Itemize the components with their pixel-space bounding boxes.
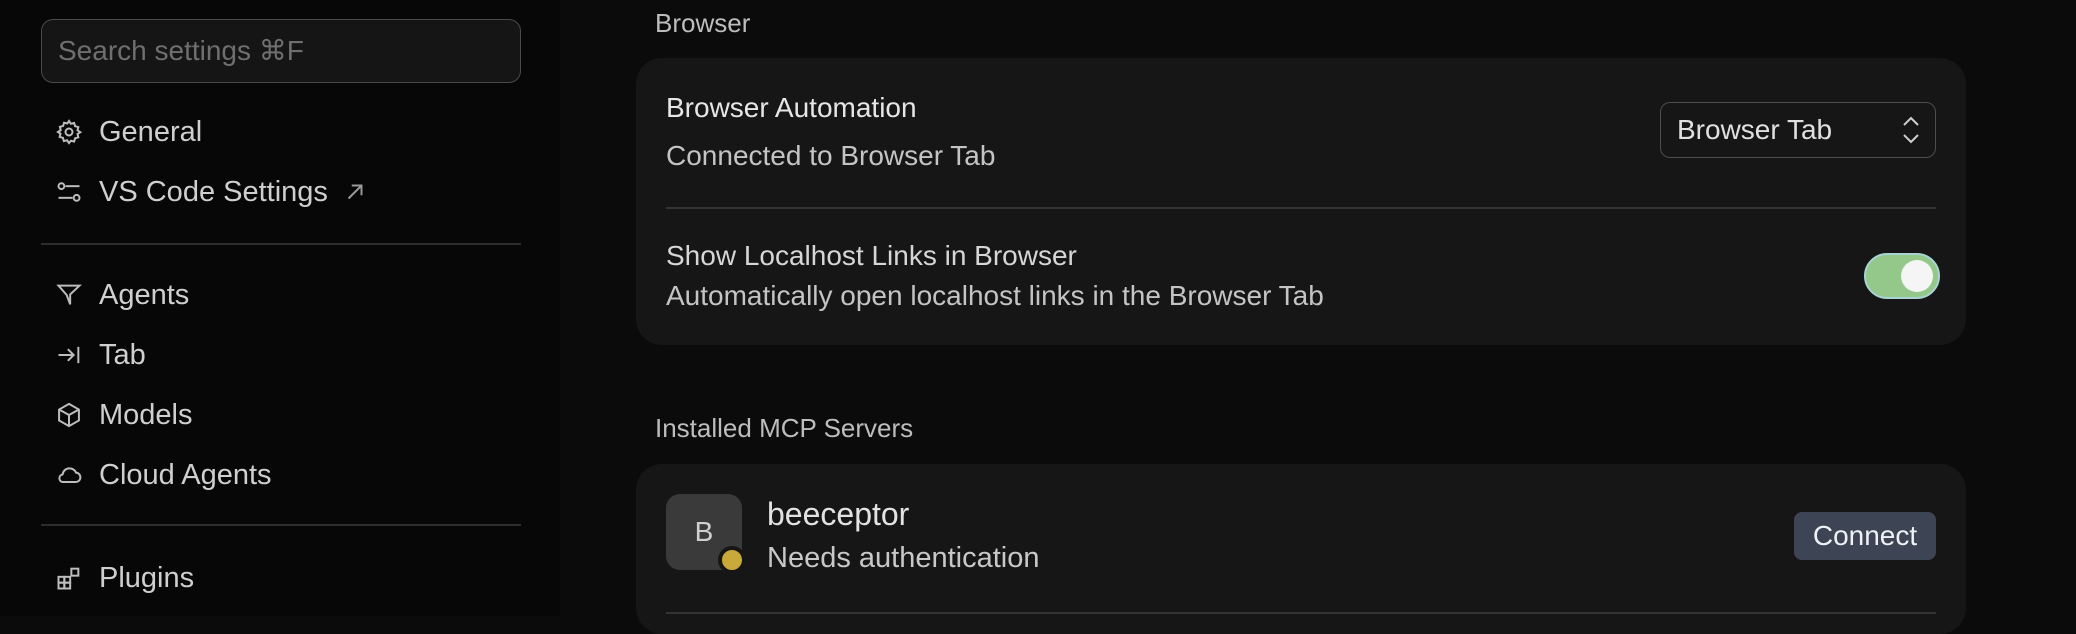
gear-icon: [54, 117, 84, 147]
status-dot: [718, 546, 746, 574]
agent-icon: [54, 280, 84, 310]
mcp-servers-card: B beeceptor Needs authentication Connect: [636, 464, 1966, 634]
sidebar-item-label: Cloud Agents: [99, 458, 272, 491]
server-status: Needs authentication: [767, 542, 1040, 574]
connect-button[interactable]: Connect: [1794, 512, 1936, 560]
browser-automation-title: Browser Automation: [666, 92, 917, 123]
sidebar-divider: [41, 243, 521, 245]
sidebar-item-agents[interactable]: Agents: [54, 273, 189, 317]
sidebar-item-label: Tab: [99, 338, 146, 371]
cube-icon: [54, 400, 84, 430]
cloud-icon: [54, 460, 84, 490]
mcp-section-label: Installed MCP Servers: [655, 413, 914, 443]
sidebar-item-label: Plugins: [99, 561, 195, 594]
sidebar-item-cloud-agents[interactable]: Cloud Agents: [54, 453, 272, 497]
server-name: beeceptor: [767, 496, 910, 532]
search-settings-field[interactable]: [41, 19, 521, 83]
settings-sidebar: General VS Code Settings Agents: [0, 0, 560, 616]
browser-automation-description: Connected to Browser Tab: [666, 140, 996, 171]
sidebar-item-label: Models: [99, 398, 193, 431]
sidebar-divider: [41, 524, 521, 526]
sidebar-item-label: Agents: [99, 278, 190, 311]
browser-settings-card: Browser Automation Connected to Browser …: [636, 58, 1966, 345]
sidebar-item-plugins[interactable]: Plugins: [54, 556, 194, 600]
external-link-icon: [342, 179, 368, 205]
sidebar-item-tab[interactable]: Tab: [54, 333, 146, 377]
sidebar-item-label: General: [99, 115, 203, 148]
sliders-icon: [54, 177, 84, 207]
browser-section-label: Browser: [655, 8, 751, 38]
card-divider: [666, 612, 1936, 614]
search-input[interactable]: [58, 35, 520, 67]
sidebar-item-general[interactable]: General: [54, 110, 202, 154]
toggle-knob: [1901, 260, 1933, 292]
chevron-up-down-icon: [1899, 113, 1923, 154]
sidebar-item-label: VS Code Settings: [99, 175, 328, 208]
card-divider: [666, 207, 1936, 209]
browser-automation-select[interactable]: Browser Tab: [1660, 102, 1936, 158]
localhost-links-toggle[interactable]: [1864, 253, 1940, 299]
plugins-icon: [54, 563, 84, 593]
localhost-links-title: Show Localhost Links in Browser: [666, 240, 1077, 271]
select-value: Browser Tab: [1677, 114, 1833, 145]
sidebar-item-vscode-settings[interactable]: VS Code Settings: [54, 170, 368, 214]
localhost-links-description: Automatically open localhost links in th…: [666, 280, 1324, 311]
sidebar-item-models[interactable]: Models: [54, 393, 193, 437]
tab-arrow-icon: [54, 340, 84, 370]
